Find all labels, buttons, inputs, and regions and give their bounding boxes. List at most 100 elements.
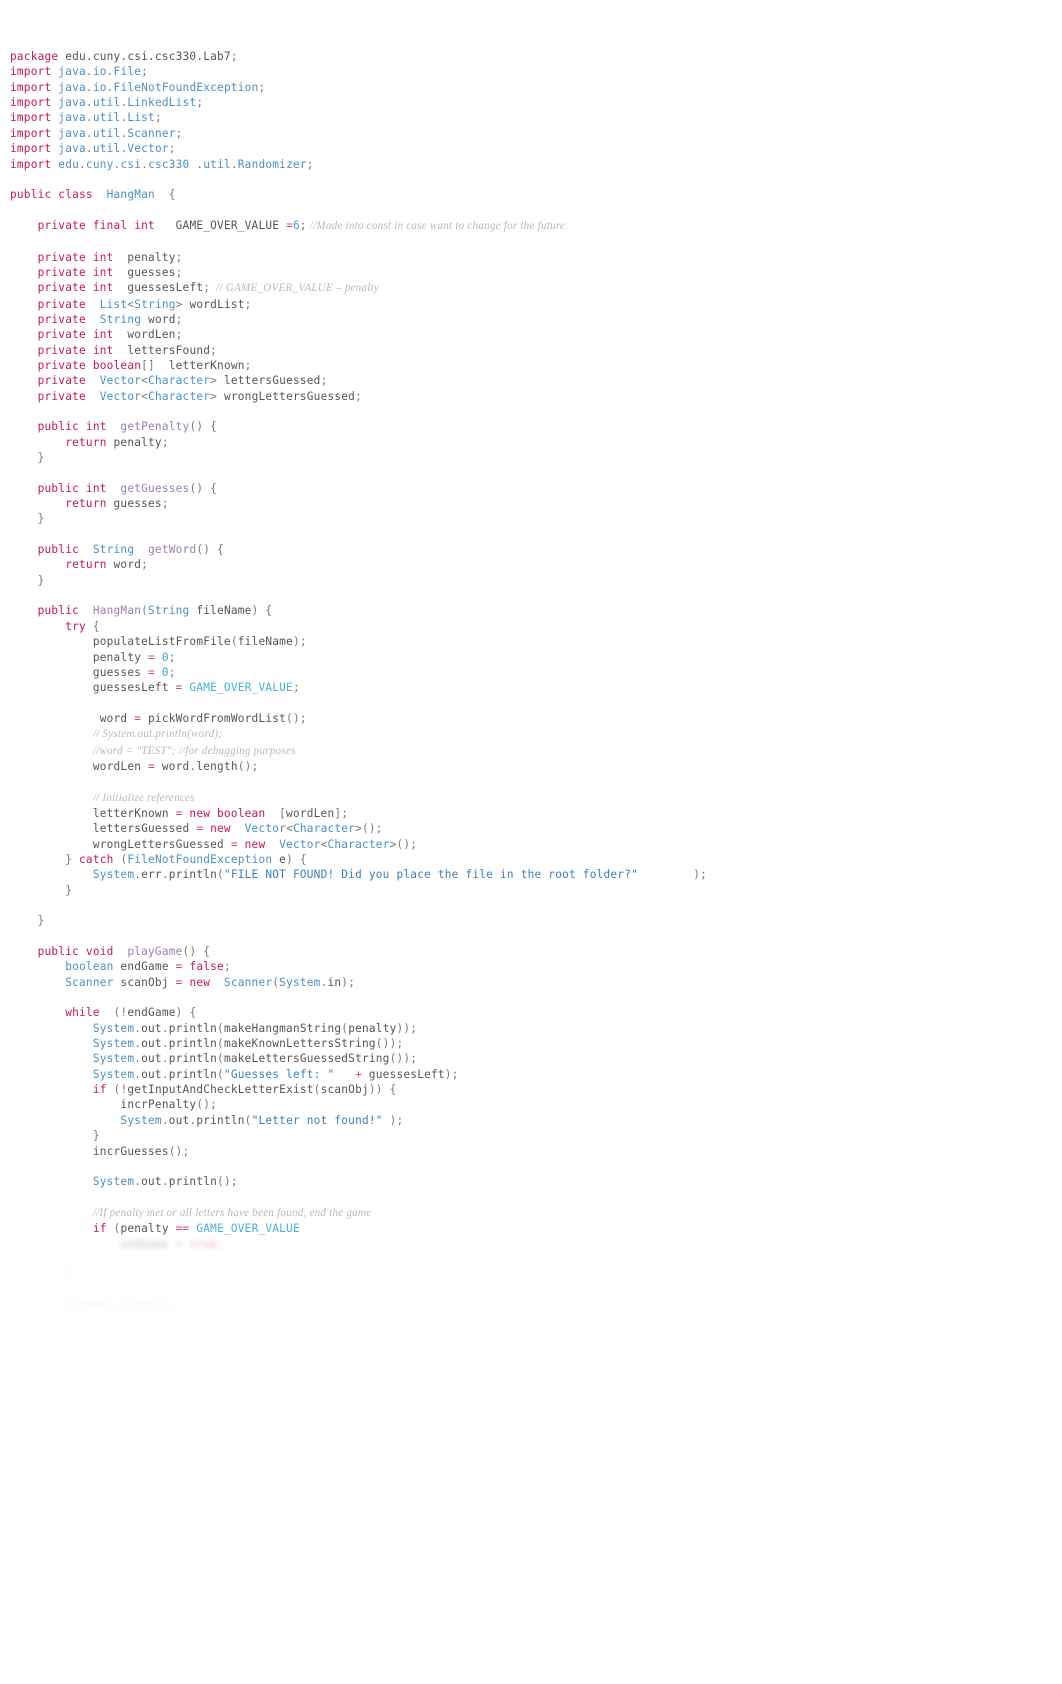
token-pun: ; <box>154 111 162 125</box>
token-pun: ); <box>382 1113 404 1127</box>
token-id: scanObj <box>320 1083 369 1097</box>
token-kw: public <box>37 604 86 618</box>
token-pun: ) { <box>175 1006 197 1020</box>
token-pun: < <box>141 374 149 388</box>
token-kw: package <box>10 50 59 64</box>
token-id: lettersGuessed <box>92 822 197 836</box>
code-line: import java.util.Vector; <box>0 141 1062 156</box>
token-pun: ( <box>313 1083 321 1097</box>
token-id: out <box>141 1037 162 1051</box>
token-pun: . <box>161 1344 169 1358</box>
token-pun: ); <box>292 635 307 649</box>
token-kw: import <box>10 65 52 79</box>
token-pun: ( <box>141 604 149 618</box>
token-id: wrongLettersGuessed <box>217 389 356 403</box>
token-pun: ( <box>230 635 238 649</box>
token-kw: private <box>37 389 93 403</box>
token-pun: ()); <box>389 1052 418 1066</box>
token-pun: . <box>106 80 114 94</box>
token-typ: Character <box>148 374 211 388</box>
code-line: if { <box>0 1329 1062 1344</box>
token-typ: csi <box>120 157 142 171</box>
code-line: } <box>0 511 1062 526</box>
token-typ: Vector <box>92 374 142 388</box>
token-pun: ; <box>244 358 252 372</box>
token-pun: ) { <box>286 852 307 866</box>
code-line: } <box>0 1267 1062 1282</box>
code-line: while (!endGame) { <box>0 1005 1062 1020</box>
token-pun: . <box>161 1113 169 1127</box>
token-pun: )); <box>396 1021 418 1035</box>
token-id: word <box>106 558 142 572</box>
token-cmt: //Made into const in case want to change… <box>306 219 568 232</box>
token-typ: java <box>51 142 86 156</box>
code-line: endGame = true; <box>0 1237 1062 1252</box>
token-id: scanObj <box>113 975 176 989</box>
token-pun: { <box>85 619 100 633</box>
token-kw: private <box>37 312 93 326</box>
code-line: private final int GAME_OVER_VALUE =6; //… <box>0 218 1062 234</box>
token-pun: } <box>65 1268 73 1282</box>
code-line: package edu.cuny.csi.csc330.Lab7; <box>0 49 1062 64</box>
token-mth: HangMan <box>85 604 142 618</box>
code-line: //If penalty met or all letters have bee… <box>0 1205 1062 1221</box>
token-pun: ; <box>223 960 231 974</box>
code-line: boolean endGame = false; <box>0 959 1062 974</box>
token-kw: return <box>65 497 107 511</box>
token-pun: ; <box>196 96 204 110</box>
code-line: wordLen = word.length(); <box>0 759 1062 774</box>
token-id: guessesLeft <box>361 1067 445 1081</box>
token-id: makeLettersGuessedString <box>223 1052 390 1066</box>
token-id: word <box>141 312 176 326</box>
token-typ: io <box>92 65 107 79</box>
token-pun: ) { <box>251 604 273 618</box>
token-id: letterKnown <box>92 806 176 820</box>
token-pun: . <box>85 80 93 94</box>
token-pun: ( <box>217 1052 224 1066</box>
token-pun: () { <box>196 543 224 557</box>
code-line: import java.util.Scanner; <box>0 126 1062 141</box>
token-pun: . <box>85 111 93 125</box>
token-id: letterKnown <box>154 358 245 372</box>
token-pun: ; <box>175 328 183 342</box>
token-pun: ; <box>217 1237 224 1251</box>
token-kw: private int <box>37 250 114 264</box>
token-pun: () { <box>189 481 218 495</box>
token-str: "FILE NOT FOUND! Did you place the file … <box>223 868 639 882</box>
token-kw: private int <box>37 328 114 342</box>
token-pun: ; <box>175 265 183 279</box>
token-id: println <box>168 1037 218 1051</box>
token-kw: while <box>65 1006 100 1020</box>
token-pun: ; <box>175 312 183 326</box>
token-pun: (); <box>196 1098 218 1112</box>
token-kw: new <box>203 822 231 836</box>
token-kw: private int <box>37 265 114 279</box>
token-pun: . <box>161 1037 169 1051</box>
code-line: public String getWord() { <box>0 542 1062 557</box>
token-typ: Character <box>148 389 211 403</box>
token-id: println <box>196 1113 245 1127</box>
token-id: fileName <box>237 635 293 649</box>
token-cmt: // Initialize references <box>92 791 195 804</box>
token-mth: getPenalty <box>106 420 190 434</box>
token-typ: String <box>92 312 142 326</box>
code-line: return word; <box>0 557 1062 572</box>
token-id: wordLen <box>92 759 149 773</box>
token-typ: List <box>92 297 128 311</box>
token-num: 6 <box>292 218 300 232</box>
token-pun: (); <box>154 1298 176 1312</box>
token-cmt: // GAME_OVER_VALUE – penalty <box>210 282 379 295</box>
token-kw: if <box>92 1222 107 1236</box>
token-cst: GAME_OVER_VALUE <box>189 1222 300 1236</box>
token-id: out <box>141 1344 162 1358</box>
token-pun: . <box>161 1052 169 1066</box>
token-pun: . <box>141 157 149 171</box>
token-id: pickWordFromWordList <box>141 711 287 725</box>
token-typ: Vector <box>92 389 142 403</box>
code-line: public class HangMan { <box>0 187 1062 202</box>
token-pun: } <box>37 512 45 526</box>
